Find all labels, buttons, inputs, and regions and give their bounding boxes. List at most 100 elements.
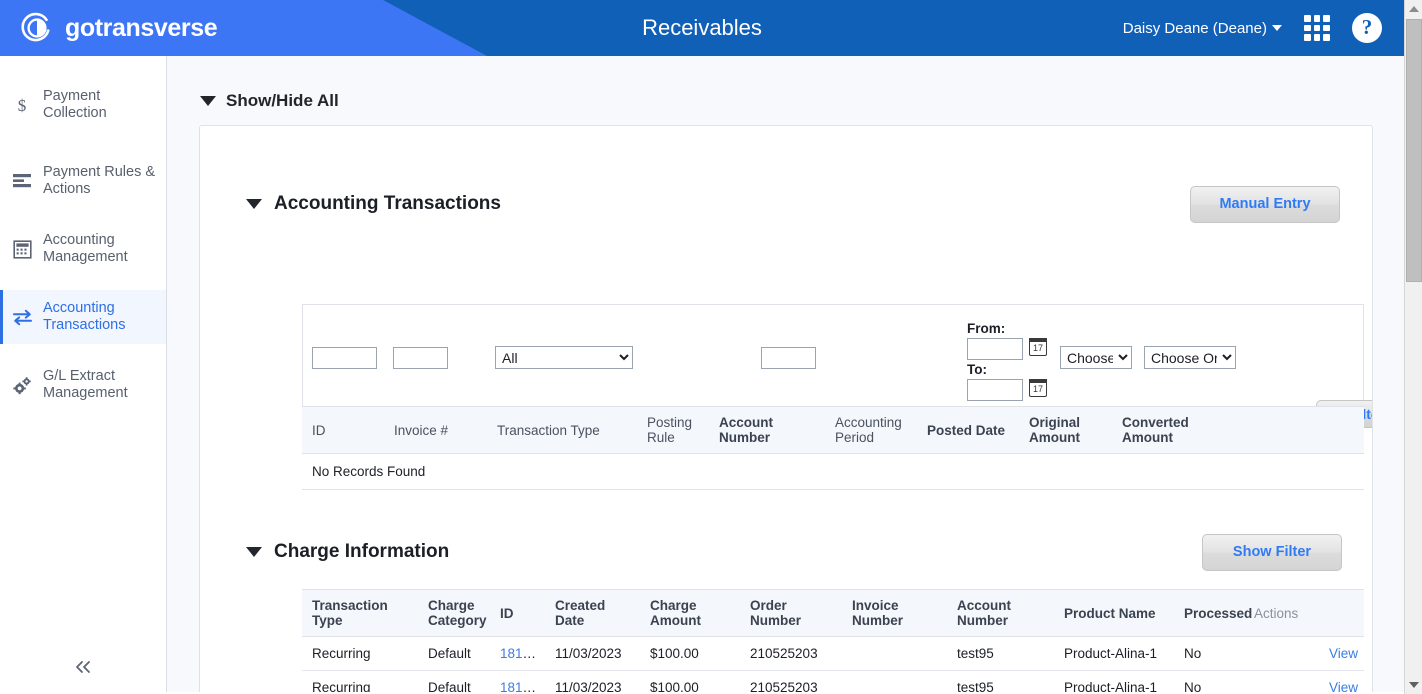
accounting-transactions-filter-panel: All From: 17 To: 17 Choose Choose Or <box>302 304 1364 406</box>
column-header-id[interactable]: ID <box>490 589 545 637</box>
table-row[interactable]: Recurring Default 181527 11/03/2023 $100.00 2… <box>302 636 1364 671</box>
column-header-invoice[interactable]: Invoice # <box>384 406 487 454</box>
cell-created-date: 11/03/2023 <box>545 636 640 671</box>
accounting-transactions-table: ID Invoice # Transaction Type Posting Ru… <box>302 406 1364 490</box>
cell-id[interactable]: 181527 <box>490 636 545 671</box>
show-hide-all-row[interactable]: Show/Hide All <box>168 56 1404 118</box>
filter-account-number-input[interactable] <box>761 347 816 369</box>
calculator-grid-icon <box>11 238 33 260</box>
column-header-order-number[interactable]: Order Number <box>740 589 842 637</box>
accounting-transactions-section-header: Accounting Transactions Manual Entry <box>200 178 1372 230</box>
show-hide-all-label: Show/Hide All <box>226 91 339 110</box>
user-menu[interactable]: Daisy Deane (Deane) <box>1123 20 1282 37</box>
column-header-actions: Actions <box>1244 589 1364 637</box>
filter-transaction-type-select[interactable]: All <box>495 346 633 369</box>
cell-account-number: test95 <box>947 670 1054 694</box>
charge-information-table: Transaction Type Charge Category ID Crea… <box>302 589 1364 694</box>
charge-information-table-body: Recurring Default 181527 11/03/2023 $100.00 2… <box>302 636 1364 694</box>
sidebar-item-label: Payment Collection <box>43 88 107 121</box>
cell-id[interactable]: 181526 <box>490 670 545 694</box>
column-header-charge-amount[interactable]: Charge Amount <box>640 589 740 637</box>
column-header-account-number[interactable]: Account Number <box>947 589 1054 637</box>
chevron-down-icon <box>1272 25 1282 31</box>
table-header-row: ID Invoice # Transaction Type Posting Ru… <box>302 406 1364 454</box>
column-header-posted-date[interactable]: Posted Date <box>917 406 1019 454</box>
apps-grid-icon[interactable] <box>1304 15 1330 41</box>
svg-text:$: $ <box>18 96 27 115</box>
column-header-invoice-number[interactable]: Invoice Number <box>842 589 947 637</box>
filter-invoice-input[interactable] <box>393 347 448 369</box>
no-records-message: No Records Found <box>302 453 1364 490</box>
column-header-original-amount[interactable]: Original Amount <box>1019 406 1112 454</box>
filter-to-date-input[interactable] <box>967 379 1023 401</box>
cell-invoice-number <box>842 636 947 671</box>
column-header-accounting-period[interactable]: Accounting Period <box>825 406 917 454</box>
column-header-id[interactable]: ID <box>302 406 384 454</box>
view-link[interactable]: View <box>1329 646 1358 661</box>
column-header-spacer <box>1232 406 1364 454</box>
sidebar-item-payment-collection[interactable]: $ Payment Collection <box>0 78 166 132</box>
scroll-down-arrow-icon[interactable] <box>1405 676 1422 694</box>
rules-list-icon <box>11 170 33 192</box>
column-header-account-number[interactable]: Account Number <box>709 406 825 454</box>
sidebar-item-payment-rules-actions[interactable]: Payment Rules & Actions <box>0 154 166 208</box>
scrollbar-thumb[interactable] <box>1406 19 1422 282</box>
cell-account-number: test95 <box>947 636 1054 671</box>
application-window: Receivables gotransverse Daisy Deane (De… <box>0 0 1422 694</box>
sidebar-item-label: Payment Rules & Actions <box>43 164 156 197</box>
column-header-product-name[interactable]: Product Name <box>1054 589 1174 637</box>
triangle-down-icon[interactable] <box>246 199 262 209</box>
accounting-transactions-table-wrapper: ID Invoice # Transaction Type Posting Ru… <box>302 406 1364 490</box>
show-filter-button[interactable]: Show Filter <box>1202 533 1342 571</box>
exchange-arrows-icon <box>11 306 33 328</box>
sidebar-item-label: Accounting Management <box>43 232 128 265</box>
column-header-transaction-type[interactable]: Transaction Type <box>302 589 418 637</box>
column-header-created-date[interactable]: Created Date <box>545 589 640 637</box>
sidebar-item-label: G/L Extract Management <box>43 368 128 401</box>
help-icon[interactable]: ? <box>1352 13 1382 43</box>
charge-information-title: Charge Information <box>274 541 450 562</box>
cell-order-number: 210525203 <box>740 636 842 671</box>
cell-invoice-number <box>842 670 947 694</box>
calendar-icon-from[interactable]: 17 <box>1029 338 1047 356</box>
sidebar-item-accounting-management[interactable]: Accounting Management <box>0 222 166 276</box>
filter-choose-select[interactable]: Choose <box>1060 346 1132 369</box>
table-row[interactable]: Recurring Default 181526 11/03/2023 $100.00 2… <box>302 670 1364 694</box>
charge-id-link[interactable]: 181527 <box>500 646 545 661</box>
vertical-scrollbar[interactable] <box>1404 0 1422 694</box>
cell-product-name: Product-Alina-1 <box>1054 636 1174 671</box>
brand-name: gotransverse <box>65 14 218 42</box>
brand-logo-group[interactable]: gotransverse <box>20 7 218 49</box>
sidebar-nav: $ Payment Collection Payment Rules & Act… <box>0 56 167 694</box>
triangle-down-icon[interactable] <box>246 547 262 557</box>
charge-information-table-wrapper: Transaction Type Charge Category ID Crea… <box>302 589 1364 694</box>
filter-id-input[interactable] <box>312 347 377 369</box>
cell-action[interactable]: View <box>1244 636 1364 671</box>
column-header-transaction-type[interactable]: Transaction Type <box>487 406 637 454</box>
scroll-up-arrow-icon[interactable] <box>1405 0 1422 18</box>
cell-transaction-type: Recurring <box>302 670 418 694</box>
sidebar-item-label: Accounting Transactions <box>43 300 126 333</box>
filter-to-label: To: <box>967 362 987 377</box>
cell-transaction-type: Recurring <box>302 636 418 671</box>
gears-icon <box>11 374 33 396</box>
filter-from-date-input[interactable] <box>967 338 1023 360</box>
dollar-icon: $ <box>11 94 33 116</box>
sidebar-collapse-button[interactable] <box>0 652 166 686</box>
cell-charge-category: Default <box>418 670 490 694</box>
main-content-area: Show/Hide All Accounting Transactions Ma… <box>168 56 1404 694</box>
column-header-posting-rule[interactable]: Posting Rule <box>637 406 709 454</box>
filter-choose-order-select[interactable]: Choose Or <box>1144 346 1236 369</box>
column-header-converted-amount[interactable]: Converted Amount <box>1112 406 1232 454</box>
triangle-down-icon[interactable] <box>200 96 216 106</box>
column-header-processed[interactable]: Processed <box>1174 589 1252 637</box>
chevron-double-left-icon <box>73 660 93 679</box>
charge-information-section-header: Charge Information Show Filter <box>200 526 1372 578</box>
manual-entry-button[interactable]: Manual Entry <box>1190 185 1340 223</box>
column-header-charge-category[interactable]: Charge Category <box>418 589 490 637</box>
calendar-icon-to[interactable]: 17 <box>1029 379 1047 397</box>
sidebar-item-accounting-transactions[interactable]: Accounting Transactions <box>0 290 166 344</box>
gotransverse-logo-icon <box>20 11 54 45</box>
cell-action[interactable]: View <box>1244 670 1364 694</box>
sidebar-item-gl-extract-management[interactable]: G/L Extract Management <box>0 358 166 412</box>
